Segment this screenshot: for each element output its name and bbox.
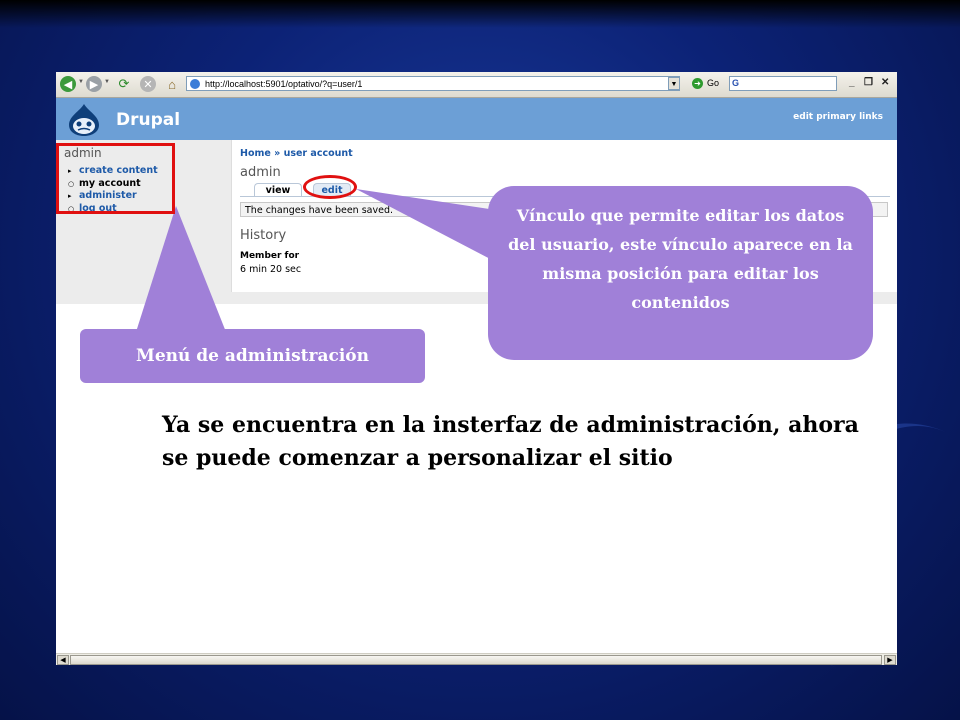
edit-highlight-circle	[303, 175, 357, 199]
menu-callout: Menú de administración	[80, 329, 425, 383]
edit-callout-pointer	[356, 189, 496, 262]
edit-link-callout: Vínculo que permite editar los datos del…	[488, 186, 873, 360]
slide-body-text: Ya se encuentra en la insterfaz de admin…	[162, 412, 859, 471]
menu-callout-pointer	[136, 206, 226, 332]
menu-highlight-box	[56, 143, 175, 214]
